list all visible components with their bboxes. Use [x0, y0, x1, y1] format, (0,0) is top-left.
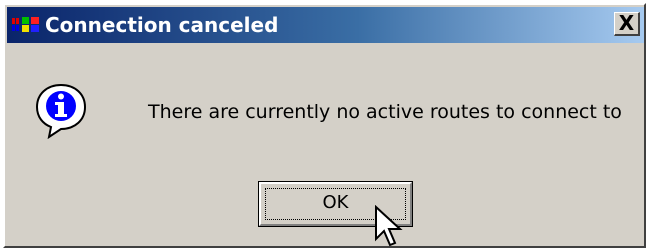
- close-icon: X: [618, 11, 635, 35]
- message-dialog: Connection canceled X There are currentl…: [3, 3, 646, 248]
- message-text: There are currently no active routes to …: [148, 101, 622, 123]
- close-button[interactable]: X: [614, 12, 640, 36]
- windows-flag-icon: [12, 17, 39, 32]
- mouse-pointer-icon: [375, 205, 403, 247]
- window-title: Connection canceled: [45, 13, 279, 37]
- info-icon: [35, 83, 87, 139]
- title-bar[interactable]: Connection canceled X: [7, 7, 644, 43]
